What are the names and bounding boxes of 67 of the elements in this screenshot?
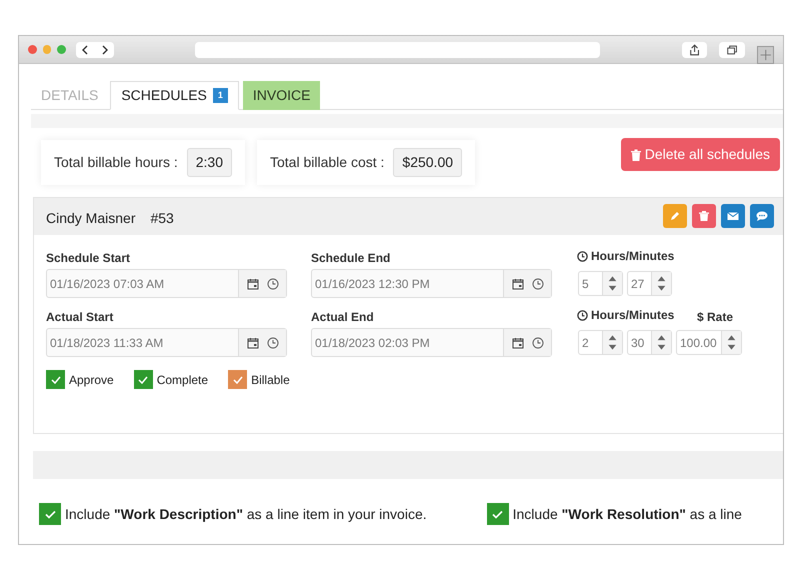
- total-value: $250.00: [393, 148, 462, 177]
- checkbox[interactable]: [39, 503, 61, 525]
- calendar-icon: [512, 278, 524, 290]
- trash-icon: [697, 209, 711, 223]
- tab[interactable]: INVOICE: [242, 81, 320, 110]
- trash-icon: [630, 148, 641, 160]
- checkbox[interactable]: [46, 370, 65, 389]
- plus-icon[interactable]: [756, 46, 774, 64]
- field-label: Schedule End: [311, 250, 392, 263]
- date-time-field[interactable]: 01/18/2023 02:03 PM: [311, 328, 552, 357]
- checkbox-label: Complete: [156, 372, 208, 388]
- clock-icon: [266, 278, 278, 290]
- email-button[interactable]: [721, 204, 745, 228]
- share-icon[interactable]: [682, 42, 708, 58]
- count-badge: 1: [212, 88, 228, 103]
- checkbox[interactable]: [228, 370, 248, 389]
- number-spinner[interactable]: 27: [627, 271, 672, 296]
- edit-button[interactable]: [663, 204, 687, 228]
- check-icon: [492, 510, 504, 518]
- checkbox[interactable]: [486, 503, 509, 525]
- pencil-icon: [668, 209, 682, 223]
- tab[interactable]: SCHEDULES 1: [110, 81, 239, 110]
- schedule-number: #53: [150, 209, 174, 228]
- total-value: 2:30: [186, 148, 232, 177]
- checkbox-label: Approve: [69, 372, 114, 388]
- calendar-icon: [246, 278, 258, 290]
- total-label: Total billable cost :: [270, 153, 384, 172]
- calendar-icon: [512, 336, 524, 348]
- option-text: Include "Work Description" as a line item in your invoice.: [65, 504, 427, 524]
- comment-button[interactable]: [750, 204, 774, 228]
- delete-all-schedules-button[interactable]: Delete all schedules: [620, 138, 780, 171]
- check-icon: [44, 510, 56, 518]
- check-icon: [232, 376, 243, 384]
- check-icon: [50, 376, 60, 384]
- field-label: $ Rate: [697, 309, 734, 322]
- up-down-arrows-icon: [721, 331, 741, 354]
- number-spinner[interactable]: 5: [578, 271, 623, 296]
- up-down-arrows-icon: [602, 331, 622, 354]
- up-down-arrows-icon: [651, 331, 671, 354]
- clock-icon: [577, 310, 588, 320]
- tabs-icon[interactable]: [719, 42, 744, 58]
- speech-bubble-icon: [755, 209, 769, 223]
- check-icon: [138, 376, 148, 384]
- up-down-arrows-icon: [651, 272, 671, 295]
- calendar-icon: [246, 336, 258, 348]
- number-spinner[interactable]: 30: [627, 330, 672, 355]
- up-down-arrows-icon: [602, 272, 622, 295]
- clock-icon: [577, 250, 588, 262]
- date-time-field[interactable]: 01/18/2023 11:33 AM: [46, 328, 287, 357]
- clock-icon: [532, 336, 544, 348]
- clock-icon: [266, 336, 278, 348]
- clock-icon: [532, 278, 544, 290]
- field-label: Hours/Minutes: [591, 307, 674, 324]
- total-label: Total billable hours :: [54, 153, 178, 172]
- delete-button[interactable]: [692, 204, 716, 228]
- number-spinner[interactable]: 100.00: [676, 330, 742, 355]
- field-label: Actual End: [311, 309, 375, 322]
- client-name: Cindy Maisner: [46, 209, 136, 228]
- checkbox[interactable]: [134, 370, 153, 389]
- checkbox-label: Billable: [251, 372, 290, 388]
- field-label: Hours/Minutes: [591, 248, 674, 265]
- number-spinner[interactable]: 2: [578, 330, 623, 355]
- field-label: Schedule Start: [46, 250, 132, 263]
- field-label: Actual Start: [46, 309, 114, 322]
- option-text: Include "Work Resolution" as a line: [512, 504, 742, 524]
- date-time-field[interactable]: 01/16/2023 07:03 AM: [46, 269, 287, 298]
- date-time-field[interactable]: 01/16/2023 12:30 PM: [311, 269, 552, 298]
